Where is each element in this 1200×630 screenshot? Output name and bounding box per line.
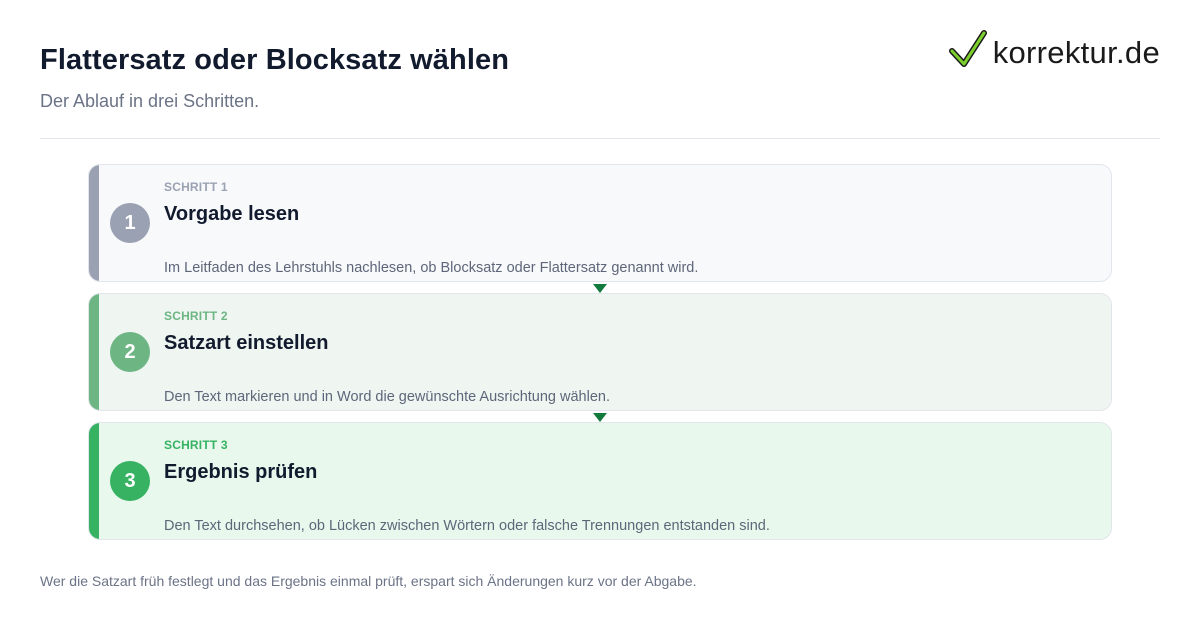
header-divider — [40, 138, 1160, 139]
step-accent-bar — [89, 165, 99, 281]
footer-note: Wer die Satzart früh festlegt und das Er… — [40, 573, 697, 589]
step-title: Ergebnis prüfen — [164, 461, 318, 483]
step-label: SCHRITT 1 — [164, 180, 228, 194]
step-card-1: 1 SCHRITT 1 Vorgabe lesen Im Leitfaden d… — [88, 164, 1112, 282]
page-subtitle: Der Ablauf in drei Schritten. — [40, 91, 260, 111]
step-accent-bar — [89, 294, 99, 410]
step-card-2: 2 SCHRITT 2 Satzart einstellen Den Text … — [88, 293, 1112, 411]
logo[interactable]: korrektur.de — [948, 28, 1160, 77]
step-number-badge: 1 — [110, 203, 150, 243]
page-title: Flattersatz oder Blocksatz wählen — [40, 44, 510, 76]
down-arrow-icon — [593, 284, 607, 293]
header: Flattersatz oder Blocksatz wählen Der Ab… — [40, 44, 509, 112]
step-description: Im Leitfaden des Lehrstuhls nachlesen, o… — [164, 260, 699, 276]
step-label: SCHRITT 2 — [164, 309, 228, 323]
down-arrow-icon — [593, 413, 607, 422]
step-label: SCHRITT 3 — [164, 438, 228, 452]
step-number-badge: 2 — [110, 332, 150, 372]
step-card-3: 3 SCHRITT 3 Ergebnis prüfen Den Text dur… — [88, 422, 1112, 540]
logo-text: korrektur.de — [992, 34, 1160, 70]
step-number-badge: 3 — [110, 461, 150, 501]
checkmark-icon — [948, 28, 989, 77]
step-description: Den Text markieren und in Word die gewün… — [164, 389, 610, 405]
step-accent-bar — [89, 423, 99, 539]
step-description: Den Text durchsehen, ob Lücken zwischen … — [164, 518, 770, 534]
step-title: Vorgabe lesen — [164, 203, 300, 225]
step-title: Satzart einstellen — [164, 332, 329, 354]
